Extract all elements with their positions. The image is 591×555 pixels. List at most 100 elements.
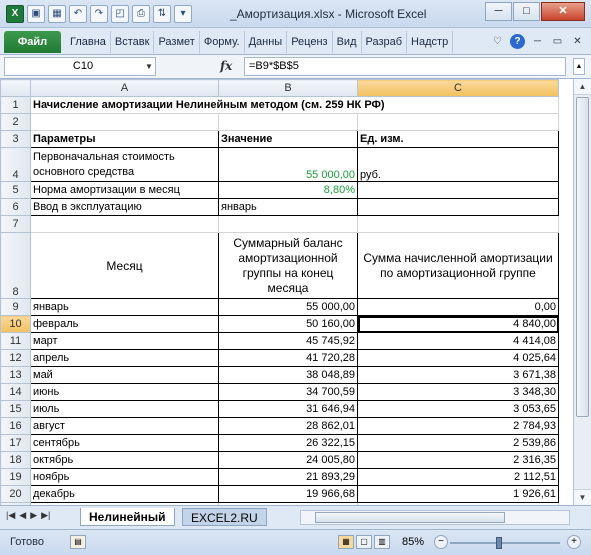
- param-name-cell[interactable]: Ввод в эксплуатацию: [30, 198, 219, 216]
- param-value-cell[interactable]: январь: [218, 198, 358, 216]
- page-layout-view-icon[interactable]: ▢: [356, 535, 372, 549]
- cell[interactable]: [218, 113, 358, 131]
- spreadsheet-grid[interactable]: A B C 1 Начисление амортизации Нелинейны…: [0, 79, 573, 505]
- month-cell[interactable]: январь: [30, 298, 219, 316]
- row-header[interactable]: 3: [0, 130, 31, 148]
- cell[interactable]: [30, 113, 219, 131]
- month-cell[interactable]: апрель: [30, 349, 219, 367]
- expand-formula-bar-icon[interactable]: ▲: [573, 58, 585, 75]
- help-icon[interactable]: ?: [510, 34, 525, 49]
- window-minimize-icon[interactable]: ─: [530, 34, 545, 49]
- tab-data[interactable]: Данны: [245, 31, 288, 53]
- amortization-cell[interactable]: 0,00: [357, 298, 559, 316]
- sheet-tab-excel2[interactable]: EXCEL2.RU: [182, 508, 267, 526]
- month-cell[interactable]: май: [30, 366, 219, 384]
- redo-icon[interactable]: ↷: [90, 5, 108, 23]
- balance-cell[interactable]: 24 005,80: [218, 451, 358, 469]
- maximize-button[interactable]: □: [513, 2, 540, 21]
- next-sheet-icon[interactable]: ▶: [30, 510, 37, 521]
- window-close-icon[interactable]: ✕: [570, 34, 585, 49]
- tab-addins[interactable]: Надстр: [407, 31, 454, 53]
- param-unit-cell[interactable]: [357, 198, 559, 216]
- balance-cell[interactable]: 19 966,68: [218, 485, 358, 503]
- cell[interactable]: [218, 215, 358, 233]
- row-header[interactable]: 20: [0, 485, 31, 503]
- spreadsheet-icon[interactable]: ▦: [48, 5, 66, 23]
- row-header[interactable]: 4: [0, 147, 31, 182]
- balance-cell[interactable]: 55 000,00: [218, 298, 358, 316]
- amortization-cell[interactable]: 2 784,93: [357, 417, 559, 435]
- scroll-up-icon[interactable]: ▲: [574, 79, 591, 95]
- balance-cell[interactable]: 34 700,59: [218, 383, 358, 401]
- row-header[interactable]: 15: [0, 400, 31, 418]
- amortization-cell[interactable]: 1 926,61: [357, 485, 559, 503]
- param-unit-cell[interactable]: [357, 181, 559, 199]
- name-box[interactable]: C10: [4, 57, 156, 76]
- table-header-month[interactable]: Месяц: [30, 232, 219, 299]
- zoom-level[interactable]: 85%: [402, 536, 424, 548]
- balance-cell[interactable]: 41 720,28: [218, 349, 358, 367]
- minimize-button[interactable]: ─: [485, 2, 512, 21]
- customize-icon[interactable]: ▾: [174, 5, 192, 23]
- tab-page-layout[interactable]: Размет: [154, 31, 200, 53]
- amortization-cell[interactable]: 2 112,51: [357, 468, 559, 486]
- print-icon[interactable]: ⎙: [132, 5, 150, 23]
- sheet-title[interactable]: Начисление амортизации Нелинейным методо…: [30, 96, 559, 114]
- row-header[interactable]: 12: [0, 349, 31, 367]
- balance-cell[interactable]: 38 048,89: [218, 366, 358, 384]
- row-header[interactable]: 7: [0, 215, 31, 233]
- column-header-c[interactable]: C: [357, 79, 559, 97]
- tab-formulas[interactable]: Форму.: [200, 31, 245, 53]
- save-icon[interactable]: ▣: [27, 5, 45, 23]
- horizontal-scrollbar[interactable]: [300, 510, 570, 525]
- zoom-slider[interactable]: [450, 542, 560, 544]
- month-cell[interactable]: октябрь: [30, 451, 219, 469]
- column-header-a[interactable]: A: [30, 79, 219, 97]
- row-header[interactable]: 6: [0, 198, 31, 216]
- tab-developer[interactable]: Разраб: [362, 31, 408, 53]
- tab-view[interactable]: Вид: [333, 31, 362, 53]
- row-header[interactable]: 8: [0, 232, 31, 299]
- sheet-tab-active[interactable]: Нелинейный: [80, 508, 175, 526]
- excel-logo-icon[interactable]: X: [6, 5, 24, 23]
- prev-sheet-icon[interactable]: ◀: [19, 510, 26, 521]
- row-header[interactable]: 2: [0, 113, 31, 131]
- param-unit-cell[interactable]: руб.: [357, 147, 559, 182]
- month-cell[interactable]: декабрь: [30, 485, 219, 503]
- balance-cell[interactable]: 50 160,00: [218, 315, 358, 333]
- first-sheet-icon[interactable]: |◀: [6, 510, 15, 521]
- scroll-down-icon[interactable]: ▼: [574, 489, 591, 505]
- row-header[interactable]: 16: [0, 417, 31, 435]
- tab-file[interactable]: Файл: [4, 31, 61, 53]
- column-header-b[interactable]: B: [218, 79, 358, 97]
- tab-review[interactable]: Реценз: [287, 31, 333, 53]
- params-header-value[interactable]: Значение: [218, 130, 358, 148]
- month-cell[interactable]: июль: [30, 400, 219, 418]
- select-all-corner[interactable]: [0, 79, 31, 97]
- cell[interactable]: [357, 215, 559, 233]
- row-header[interactable]: 10: [0, 315, 31, 333]
- undo-icon[interactable]: ↶: [69, 5, 87, 23]
- amortization-cell[interactable]: 2 539,86: [357, 434, 559, 452]
- balance-cell[interactable]: 28 862,01: [218, 417, 358, 435]
- macro-record-icon[interactable]: ▤: [70, 535, 86, 549]
- vertical-scrollbar[interactable]: ▲ ▼: [573, 79, 591, 505]
- month-cell[interactable]: ноябрь: [30, 468, 219, 486]
- normal-view-icon[interactable]: ▦: [338, 535, 354, 549]
- balance-cell[interactable]: 26 322,15: [218, 434, 358, 452]
- cell[interactable]: [30, 215, 219, 233]
- month-cell[interactable]: февраль: [30, 315, 219, 333]
- amortization-cell[interactable]: 4 414,08: [357, 332, 559, 350]
- month-cell[interactable]: август: [30, 417, 219, 435]
- name-box-dropdown-icon[interactable]: ▼: [145, 62, 153, 71]
- table-header-amortization[interactable]: Сумма начисленной амортизации по амортиз…: [357, 232, 559, 299]
- zoom-slider-thumb[interactable]: [496, 537, 502, 549]
- row-header[interactable]: 17: [0, 434, 31, 452]
- tab-home[interactable]: Главна: [66, 31, 111, 53]
- row-header[interactable]: 19: [0, 468, 31, 486]
- zoom-in-icon[interactable]: +: [567, 535, 581, 549]
- month-cell[interactable]: июнь: [30, 383, 219, 401]
- param-value-cell[interactable]: 55 000,00: [218, 147, 358, 182]
- balance-cell[interactable]: 21 893,29: [218, 468, 358, 486]
- tab-insert[interactable]: Вставк: [111, 31, 155, 53]
